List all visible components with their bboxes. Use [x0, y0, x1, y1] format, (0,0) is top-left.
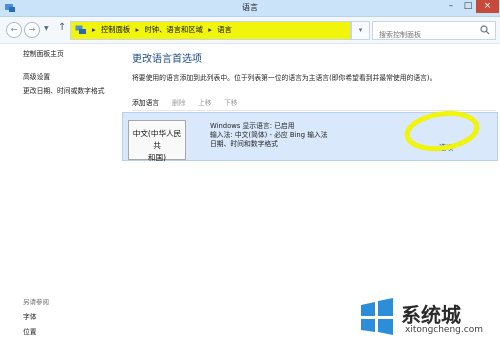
move-down-button[interactable]: 下移 — [224, 97, 238, 107]
language-list-item[interactable]: 中文(中华人民共 和国) Windows 显示语言: 已启用 输入法: 中文(简… — [122, 112, 498, 162]
add-language-button[interactable]: 添加语言 — [132, 97, 159, 107]
language-options-link[interactable]: 选项 — [439, 143, 453, 153]
up-arrow-icon[interactable]: ↑ — [58, 22, 66, 33]
sidebar-location-link[interactable]: 位置 — [23, 326, 37, 336]
page-description: 将要使用的语言添加到此列表中。位于列表第一位的语言为主语言(即你希望看到并最常使… — [132, 74, 437, 82]
breadcrumb-clock-language-region[interactable]: 时钟、语言和区域 — [145, 25, 203, 34]
search-icon[interactable] — [480, 25, 490, 35]
sidebar-fonts-link[interactable]: 字体 — [23, 311, 37, 321]
search-input[interactable] — [373, 27, 475, 43]
language-name-line2: 和国) — [147, 153, 167, 162]
watermark-url: xitongcheng.com — [405, 325, 483, 335]
control-panel-icon — [75, 25, 86, 34]
address-bar[interactable]: ▸ 控制面板 ▸ 时钟、语言和区域 ▸ 语言 — [70, 21, 351, 40]
language-name-line1: 中文(中华人民共 — [132, 129, 182, 150]
maximize-button[interactable]: □ — [459, 0, 477, 13]
close-button[interactable]: × — [476, 0, 499, 13]
watermark: 系统城 xitongcheng.com — [355, 295, 495, 345]
date-time-number-format-info: 日期、时间和数字格式 — [210, 140, 278, 148]
sidebar-date-format-link[interactable]: 更改日期、时间或数字格式 — [23, 85, 105, 95]
back-button[interactable]: ← — [6, 22, 22, 38]
windows-logo-icon — [361, 298, 393, 335]
minimize-button[interactable]: – — [442, 0, 460, 13]
search-box[interactable] — [372, 21, 496, 43]
breadcrumb-language[interactable]: 语言 — [217, 25, 232, 34]
chevron-right-icon: ▸ — [135, 25, 140, 34]
breadcrumb-control-panel[interactable]: 控制面板 — [101, 25, 130, 34]
language-details: Windows 显示语言: 已启用 输入法: 中文(简体) - 必应 Bing … — [210, 122, 328, 149]
recent-pages-chevron-down-icon[interactable]: ▼ — [44, 25, 49, 32]
sidebar: 控制面板主页 高级设置 更改日期、时间或数字格式 另请参阅 字体 位置 — [0, 44, 122, 350]
chevron-right-icon: ▸ — [208, 25, 212, 34]
chevron-right-icon: ▸ — [92, 25, 96, 34]
remove-language-button[interactable]: 删除 — [172, 97, 186, 107]
address-dropdown-chevron-icon[interactable]: ▾ — [351, 21, 370, 40]
sidebar-home-link[interactable]: 控制面板主页 — [23, 48, 64, 58]
language-toolbar: 添加语言 删除 上移 下移 — [132, 94, 496, 111]
window-title: 语言 — [242, 3, 258, 12]
title-bar: 语言 – □ × — [0, 0, 500, 17]
language-tile[interactable]: 中文(中华人民共 和国) — [128, 120, 186, 162]
watermark-brand: 系统城 — [401, 303, 461, 327]
breadcrumb: ▸ 控制面板 ▸ 时钟、语言和区域 ▸ 语言 — [92, 25, 235, 35]
see-also-label: 另请参阅 — [23, 298, 49, 306]
display-language-status: Windows 显示语言: 已启用 — [210, 122, 295, 130]
move-up-button[interactable]: 上移 — [198, 97, 212, 107]
forward-button[interactable]: → — [24, 22, 40, 38]
sidebar-advanced-settings-link[interactable]: 高级设置 — [23, 71, 50, 81]
input-method-info: 输入法: 中文(简体) - 必应 Bing 输入法 — [210, 131, 328, 139]
navigation-bar: ← → ▼ ↑ ▸ 控制面板 ▸ 时钟、语言和区域 ▸ 语言 ▾ — [0, 17, 500, 44]
page-title: 更改语言首选项 — [132, 54, 202, 65]
